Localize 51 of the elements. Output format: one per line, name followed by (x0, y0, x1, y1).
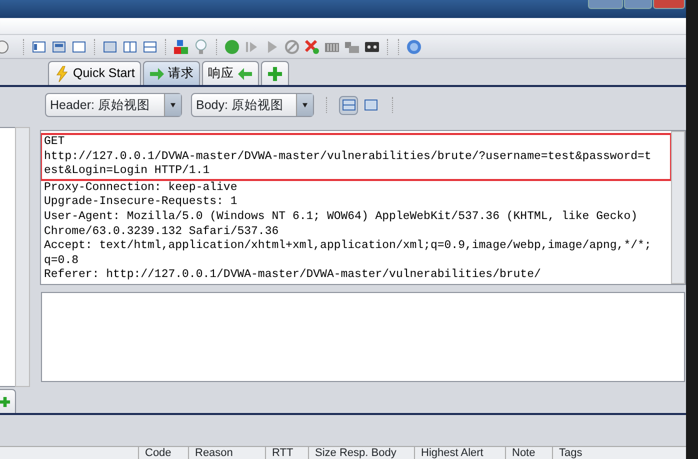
request-header-area[interactable] (40, 130, 686, 285)
scrollbar[interactable] (15, 127, 30, 387)
delete-icon[interactable] (304, 38, 320, 54)
column-header[interactable]: Size Resp. Body (308, 447, 414, 459)
columns-icon[interactable] (122, 38, 138, 54)
column-header[interactable]: Note (505, 447, 552, 459)
blocks-icon[interactable] (173, 38, 189, 54)
caret-icon[interactable] (168, 100, 178, 110)
left-arrow-icon (236, 66, 253, 82)
view-dropdown[interactable]: Body: 原始视图 (191, 93, 314, 117)
view-dropdown[interactable]: Header: 原始视图 (45, 93, 182, 117)
column-header[interactable]: Highest Alert (414, 447, 505, 459)
lightning-icon (54, 66, 70, 82)
code-line: User-Agent: Mozilla/5.0 (Windows NT 6.1; WOW64) AppleWebKit/537.36 (KHTML, like Gecko) (44, 210, 638, 225)
code-line: Referer: http://127.0.0.1/DVWA-master/DVWA-master/vulnerabilities/brute/ (44, 268, 542, 283)
scrollbar[interactable] (671, 131, 685, 284)
code-line: Proxy-Connection: keep-alive (44, 180, 238, 196)
tab[interactable]: 响应 (202, 61, 259, 85)
layout-toggle[interactable] (339, 96, 358, 114)
code-line: Chrome/63.0.3239.132 Safari/537.36 (44, 224, 280, 240)
layout-icon[interactable] (51, 38, 67, 54)
plus-icon (0, 396, 10, 408)
code-line: http://127.0.0.1/DVWA-master/DVWA-master/vulnerabilities/brute/?username=test&password=t (44, 150, 652, 164)
request-body-area[interactable] (41, 292, 685, 382)
column-header[interactable]: Code (138, 447, 188, 459)
help-icon[interactable] (406, 38, 422, 54)
stop-icon[interactable] (284, 38, 300, 54)
right-arrow-icon (148, 66, 165, 82)
layout-icon[interactable] (31, 38, 47, 54)
tab[interactable]: Quick Start (48, 61, 141, 85)
window-icon[interactable] (102, 38, 118, 54)
rows-icon[interactable] (142, 38, 158, 54)
close-button[interactable] (653, 0, 685, 9)
tab[interactable]: 请求 (142, 61, 200, 85)
layout-icon[interactable] (71, 38, 87, 54)
code-line: q=0.8 (44, 254, 80, 268)
add-tab[interactable] (260, 61, 289, 85)
column-header[interactable]: Tags (552, 447, 650, 459)
plus-icon (266, 66, 283, 82)
add-tab[interactable] (0, 389, 16, 413)
code-line: Accept: text/html,application/xhtml+xml,application/xml;q=0.9,image/webp,image/apng,*/*; (44, 239, 652, 254)
window-icon (362, 97, 378, 113)
code-line: Upgrade-Insecure-Requests: 1 (44, 195, 238, 210)
code-line: GET (44, 135, 66, 150)
start-icon[interactable] (224, 38, 240, 54)
code-line: est&Login=Login HTTP/1.1 (44, 164, 211, 179)
lightbulb-icon[interactable] (193, 38, 209, 54)
split-view-icon (340, 97, 356, 113)
column-header[interactable]: RTT (265, 447, 308, 459)
column-header[interactable]: Reason (188, 447, 265, 459)
caret-icon[interactable] (300, 100, 310, 110)
